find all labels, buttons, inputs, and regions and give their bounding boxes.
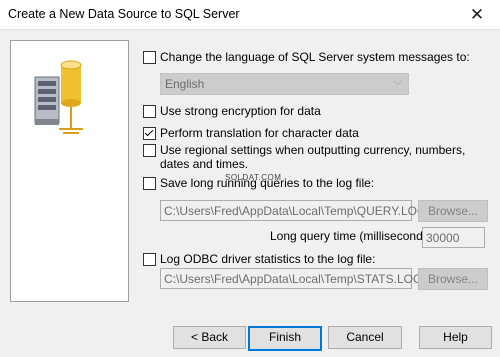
query-time-value: 30000 <box>426 231 460 245</box>
log-odbc-stats-label: Log ODBC driver statistics to the log fi… <box>160 252 376 266</box>
query-time-label: Long query time (milliseconds): <box>270 229 437 243</box>
regional-settings-label: Use regional settings when outputting cu… <box>160 143 466 171</box>
query-log-browse-button[interactable]: Browse... <box>418 200 488 222</box>
change-language-option[interactable]: Change the language of SQL Server system… <box>143 50 470 64</box>
query-log-path-input[interactable]: C:\Users\Fred\AppData\Local\Temp\QUERY.L… <box>160 200 426 221</box>
cancel-button[interactable]: Cancel <box>328 326 402 349</box>
help-button[interactable]: Help <box>419 326 492 349</box>
change-language-label: Change the language of SQL Server system… <box>160 50 470 64</box>
regional-settings-option[interactable]: Use regional settings when outputting cu… <box>143 143 488 171</box>
log-odbc-stats-option[interactable]: Log ODBC driver statistics to the log fi… <box>143 252 375 266</box>
change-language-checkbox[interactable] <box>143 51 156 64</box>
stats-log-browse-button[interactable]: Browse... <box>418 268 488 290</box>
translation-label: Perform translation for character data <box>160 126 359 140</box>
strong-encryption-option[interactable]: Use strong encryption for data <box>143 104 321 118</box>
back-button[interactable]: < Back <box>173 326 246 349</box>
window-title: Create a New Data Source to SQL Server <box>8 7 240 21</box>
side-panel <box>10 40 129 302</box>
stats-log-path-input[interactable]: C:\Users\Fred\AppData\Local\Temp\STATS.L… <box>160 268 422 289</box>
save-long-queries-checkbox[interactable] <box>143 177 156 190</box>
language-select[interactable]: English ⌵ <box>160 73 409 95</box>
query-time-input[interactable]: 30000 <box>422 227 485 248</box>
translation-option[interactable]: Perform translation for character data <box>143 126 359 140</box>
log-odbc-stats-checkbox[interactable] <box>143 253 156 266</box>
title-bar: Create a New Data Source to SQL Server ✕ <box>0 0 500 30</box>
finish-button[interactable]: Finish <box>248 326 322 351</box>
regional-settings-checkbox[interactable] <box>143 144 156 157</box>
strong-encryption-checkbox[interactable] <box>143 105 156 118</box>
strong-encryption-label: Use strong encryption for data <box>160 104 321 118</box>
close-icon[interactable]: ✕ <box>454 0 500 29</box>
chevron-down-icon: ⌵ <box>393 76 402 88</box>
translation-checkbox[interactable] <box>143 127 156 140</box>
watermark-text: SOLDAT.COM <box>225 173 282 182</box>
stats-log-path-value: C:\Users\Fred\AppData\Local\Temp\STATS.L… <box>164 272 423 286</box>
language-select-value: English <box>165 77 205 91</box>
server-database-icon <box>34 60 83 134</box>
query-log-path-value: C:\Users\Fred\AppData\Local\Temp\QUERY.L… <box>164 204 427 218</box>
